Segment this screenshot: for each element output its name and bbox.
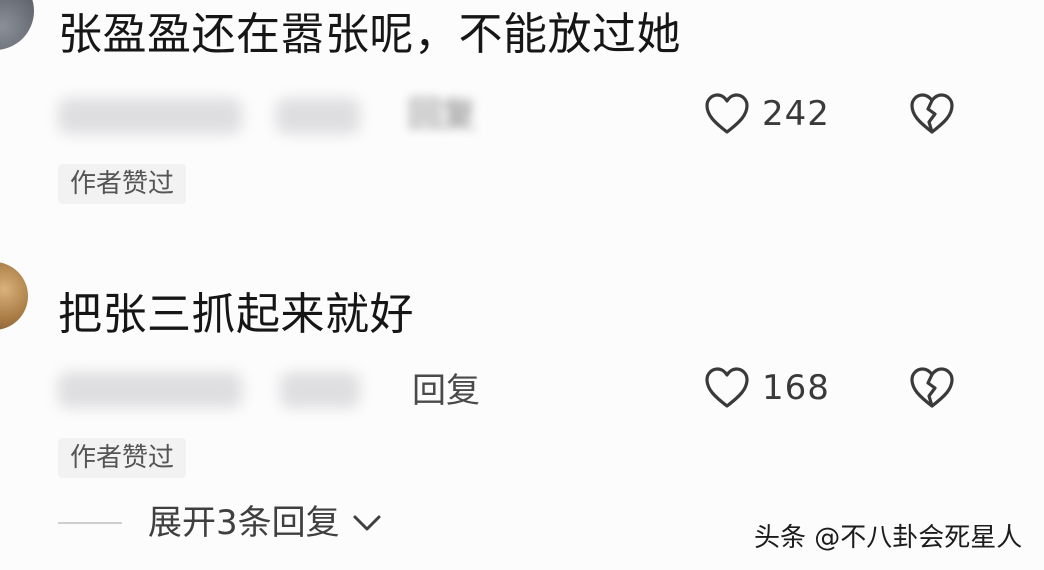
like-button[interactable]: 242 bbox=[704, 92, 830, 136]
comment-text: 张盈盈还在嚣张呢，不能放过她 bbox=[58, 9, 681, 60]
comment-meta-location bbox=[276, 98, 360, 134]
comment-meta-time bbox=[58, 372, 242, 408]
comment-text: 把张三抓起来就好 bbox=[58, 289, 414, 340]
reply-button[interactable]: 回复 bbox=[412, 371, 480, 411]
author-liked-badge: 作者赞过 bbox=[58, 438, 187, 478]
like-count: 242 bbox=[762, 94, 830, 134]
comment-meta-location bbox=[280, 372, 360, 408]
like-count: 168 bbox=[762, 368, 830, 408]
avatar[interactable] bbox=[0, 0, 34, 50]
chevron-down-icon bbox=[353, 515, 381, 531]
reply-button[interactable]: 回复 bbox=[408, 95, 476, 135]
broken-heart-icon bbox=[908, 92, 956, 136]
comment-meta-time bbox=[58, 98, 242, 134]
expand-replies-label: 展开3条回复 bbox=[148, 503, 340, 543]
heart-outline-icon bbox=[704, 92, 750, 136]
comment-list: 张盈盈还在嚣张呢，不能放过她 回复 242 作者赞过 把张三抓起来就好 回复 1… bbox=[0, 0, 1044, 570]
dislike-button[interactable] bbox=[908, 366, 956, 410]
divider-line bbox=[58, 522, 122, 524]
watermark: 头条 @不八卦会死星人 bbox=[754, 523, 1023, 553]
broken-heart-icon bbox=[908, 366, 956, 410]
like-button[interactable]: 168 bbox=[704, 366, 830, 410]
expand-replies-button[interactable]: 展开3条回复 bbox=[58, 500, 384, 546]
heart-outline-icon bbox=[704, 366, 750, 410]
author-liked-badge: 作者赞过 bbox=[58, 164, 187, 204]
avatar[interactable] bbox=[0, 262, 28, 330]
dislike-button[interactable] bbox=[908, 92, 956, 136]
